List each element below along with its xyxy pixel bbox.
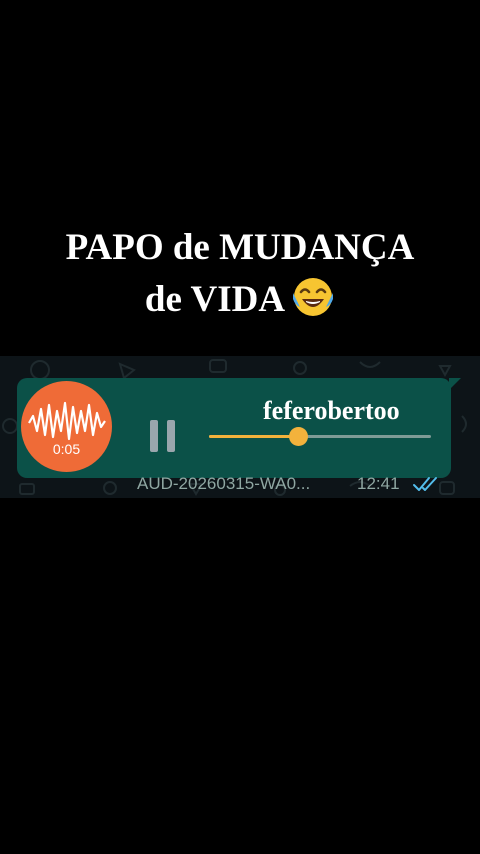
creator-watermark: feferobertoo [263, 396, 400, 425]
caption-line-1: PAPO de MUDANÇA [65, 227, 415, 268]
audio-filename: AUD-20260315-WA0... [137, 474, 311, 493]
tears-of-joy-emoji-icon [291, 275, 335, 319]
voice-message-bubble[interactable]: 0:05 feferobertoo AUD-20260315-WA0... 12… [17, 378, 461, 493]
waveform-icon [28, 401, 106, 441]
audio-duration: 0:05 [52, 441, 81, 457]
caption-line-2-wrap: de VIDA [0, 274, 480, 326]
chat-background: 0:05 feferobertoo AUD-20260315-WA0... 12… [0, 356, 480, 498]
message-time: 12:41 [357, 474, 400, 493]
pause-button[interactable] [147, 418, 181, 454]
caption-line-2: de VIDA [144, 279, 286, 320]
audio-avatar: 0:05 [21, 381, 112, 472]
double-check-read-icon [413, 477, 437, 491]
pause-icon [150, 420, 158, 452]
video-caption: PAPO de MUDANÇA de VIDA [0, 222, 480, 326]
screen: { "caption": { "line1": "PAPO de MUDANÇA… [0, 0, 480, 854]
playback-progress-bar[interactable] [209, 427, 431, 446]
playback-scrubber-handle[interactable] [288, 427, 308, 446]
bubble-tail [449, 378, 461, 390]
playback-progress-fill [209, 435, 298, 438]
pause-icon-bar [167, 420, 175, 452]
